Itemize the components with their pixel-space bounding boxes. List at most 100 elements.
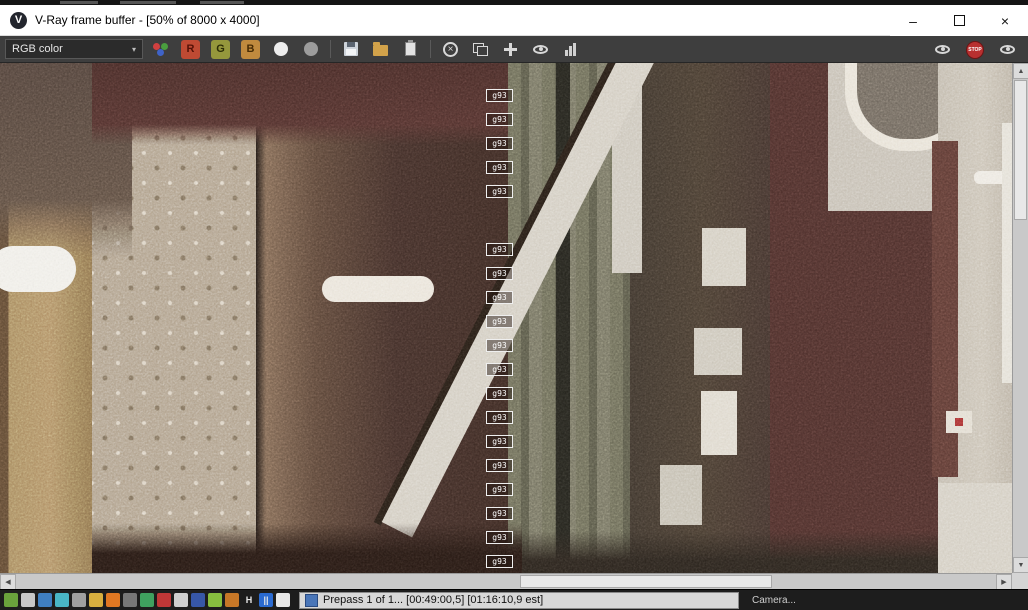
vray-frame-buffer-window: V V-Ray frame buffer - [50% of 8000 x 40…	[0, 0, 1028, 610]
prepass-g93-label: g93	[486, 459, 513, 472]
vertical-scrollbar[interactable]: ▲ ▼	[1012, 63, 1028, 573]
channel-dropdown-value: RGB color	[12, 43, 63, 55]
eye-icon	[1000, 45, 1015, 54]
show-corrections-button[interactable]	[995, 38, 1020, 61]
stop-render-button[interactable]: STOP	[966, 40, 984, 59]
render-progress-text: Prepass 1 of 1... [00:49:00,5] [01:16:10…	[323, 594, 544, 606]
prepass-g93-label: g93	[486, 339, 513, 352]
minimize-button[interactable]: –	[890, 5, 936, 36]
duplicate-windows-icon	[473, 42, 488, 56]
cross-arrows-icon	[504, 42, 517, 56]
scroll-right-button[interactable]: ▶	[996, 574, 1012, 590]
render-progress-button[interactable]: Prepass 1 of 1... [00:49:00,5] [01:16:10…	[299, 591, 739, 609]
folder-icon	[373, 42, 388, 56]
prepass-g93-label: g93	[486, 483, 513, 496]
taskbar-icon[interactable]	[72, 593, 86, 607]
taskbar-icon[interactable]	[21, 593, 35, 607]
close-button[interactable]: ×	[982, 5, 1028, 36]
scroll-up-button[interactable]: ▲	[1013, 63, 1028, 79]
maximize-icon	[953, 15, 965, 26]
prepass-g93-label: g93	[486, 387, 513, 400]
render-shelf-item	[694, 328, 742, 375]
blue-channel-button[interactable]: B	[238, 38, 263, 61]
toolbar-right-group: STOP	[930, 38, 1020, 61]
track-mouse-button[interactable]	[498, 38, 523, 61]
duplicate-buffer-button[interactable]	[468, 38, 493, 61]
title-bar[interactable]: V V-Ray frame buffer - [50% of 8000 x 40…	[0, 5, 1028, 36]
prepass-g93-label: g93	[486, 435, 513, 448]
clear-image-button[interactable]: ×	[438, 38, 463, 61]
taskbar-icon[interactable]	[174, 593, 188, 607]
red-channel-button[interactable]: R	[178, 38, 203, 61]
prepass-g93-label: g93	[486, 507, 513, 520]
save-image-button[interactable]	[338, 38, 363, 61]
copy-clipboard-button[interactable]	[398, 38, 423, 61]
lens-effects-button[interactable]	[930, 38, 955, 61]
taskbar-icon[interactable]	[123, 593, 137, 607]
red-channel-icon: R	[181, 39, 200, 59]
alpha-channel-button[interactable]	[268, 38, 293, 61]
taskbar-icon[interactable]	[89, 593, 103, 607]
taskbar-icons: H ||	[4, 593, 290, 607]
render-floor-shadow	[508, 531, 938, 573]
prepass-label-column: g93 g93 g93 g93 g93 g93 g93 g93 g93 g93 g93 g93 g93 g…	[486, 89, 513, 568]
render-shelf-item	[660, 465, 702, 525]
render-viewport[interactable]: g93 g93 g93 g93 g93 g93 g93 g93 g93 g93 g93 g93 g93 g…	[0, 63, 1012, 573]
camera-label: Camera...	[752, 594, 796, 606]
maximize-button[interactable]	[936, 5, 982, 36]
render-bottomright-wall	[938, 483, 1012, 573]
prepass-g93-label: g93	[486, 113, 513, 126]
prepass-g93-label: g93	[486, 89, 513, 102]
scroll-down-button[interactable]: ▼	[1013, 557, 1028, 573]
eye-icon	[935, 45, 950, 54]
horizontal-scrollbar[interactable]: ◀ ▶	[0, 573, 1012, 590]
render-shelf-item	[702, 228, 746, 286]
render-maroon-band	[92, 63, 522, 145]
toolbar-separator	[430, 40, 431, 58]
channel-dropdown[interactable]: RGB color ▾	[5, 39, 143, 59]
prepass-g93-label: g93	[486, 137, 513, 150]
scroll-left-button[interactable]: ◀	[0, 574, 16, 590]
taskbar-icon[interactable]	[55, 593, 69, 607]
taskbar-icon[interactable]	[208, 593, 222, 607]
window-controls: – ×	[890, 5, 1028, 36]
taskbar-icon[interactable]: ||	[259, 593, 273, 607]
taskbar-icon[interactable]	[276, 593, 290, 607]
prepass-g93-label: g93	[486, 161, 513, 174]
clipboard-icon	[405, 40, 416, 56]
taskbar-icon[interactable]	[225, 593, 239, 607]
vertical-scroll-thumb[interactable]	[1014, 80, 1027, 220]
render-shelf-unit	[630, 63, 775, 573]
taskbar-icon[interactable]	[38, 593, 52, 607]
green-channel-icon: G	[211, 39, 230, 59]
taskbar-icon[interactable]	[140, 593, 154, 607]
gray-circle-icon	[303, 42, 318, 56]
monochrome-button[interactable]	[298, 38, 323, 61]
load-image-button[interactable]	[368, 38, 393, 61]
blue-channel-icon: B	[241, 39, 260, 59]
taskbar-icon[interactable]	[4, 593, 18, 607]
rgb-channels-button[interactable]	[148, 38, 173, 61]
taskbar-icon[interactable]: H	[242, 593, 256, 607]
render-bottom-shadow	[92, 523, 522, 573]
render-bright-sliver	[1002, 123, 1012, 383]
eye-icon	[533, 44, 548, 54]
prepass-g93-label: g93	[486, 185, 513, 198]
region-render-button[interactable]	[528, 38, 553, 61]
horizontal-scroll-thumb[interactable]	[520, 575, 772, 588]
prepass-g93-label: g93	[486, 291, 513, 304]
prepass-g93-label: g93	[486, 411, 513, 424]
prepass-g93-label: g93	[486, 315, 513, 328]
white-circle-icon	[273, 42, 288, 56]
prepass-g93-label: g93	[486, 531, 513, 544]
color-corrections-button[interactable]	[558, 38, 583, 61]
green-channel-button[interactable]: G	[208, 38, 233, 61]
taskbar-icon[interactable]	[191, 593, 205, 607]
chevron-down-icon: ▾	[131, 44, 136, 54]
histogram-icon	[565, 42, 576, 56]
taskbar-icon[interactable]	[106, 593, 120, 607]
taskbar-icon[interactable]	[157, 593, 171, 607]
window-title: V-Ray frame buffer - [50% of 8000 x 4000…	[35, 13, 260, 27]
vfb-taskbar-icon	[305, 593, 318, 607]
render-white-object	[0, 246, 76, 292]
